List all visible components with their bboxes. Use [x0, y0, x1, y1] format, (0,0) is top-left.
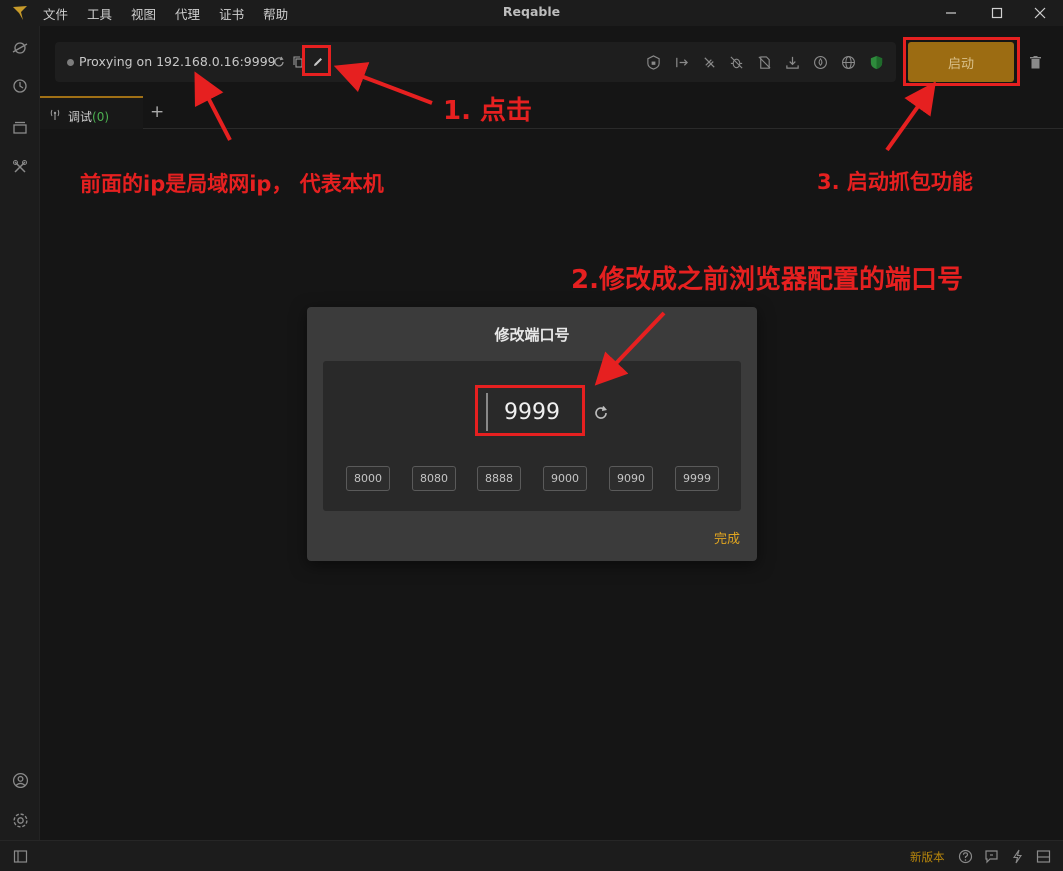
menu-tools[interactable]: 工具	[87, 4, 112, 23]
map-local-button[interactable]	[783, 53, 801, 71]
stack-icon	[13, 121, 27, 134]
script-button[interactable]	[811, 53, 829, 71]
shield-check-icon	[870, 55, 882, 69]
menu-view[interactable]: 视图	[131, 4, 156, 23]
ssl-proxy-button[interactable]	[644, 53, 662, 71]
proxy-status-text: Proxying on 192.168.0.16:9999	[79, 54, 276, 69]
menu-proxy[interactable]: 代理	[175, 4, 200, 23]
bug-off-icon	[729, 55, 743, 69]
minimize-button[interactable]	[928, 0, 974, 26]
file-off-icon	[757, 55, 771, 69]
download-icon	[785, 56, 799, 69]
dialog-title: 修改端口号	[494, 326, 570, 344]
trash-icon	[1029, 55, 1041, 68]
breakpoint-button[interactable]	[727, 53, 745, 71]
tab-bar: 调试(0) +	[40, 96, 1063, 129]
proxy-status-dot	[67, 59, 74, 66]
close-button[interactable]	[1017, 0, 1063, 26]
sidebar	[0, 26, 40, 840]
menu-bar: 文件 工具 视图 代理 证书 帮助	[43, 4, 288, 23]
network-button[interactable]	[839, 53, 857, 71]
annotation-step2: 2.修改成之前浏览器配置的端口号	[571, 265, 963, 295]
title-bar: 文件 工具 视图 代理 证书 帮助 Reqable	[0, 0, 1063, 26]
port-preset-8080[interactable]: 8080	[412, 466, 456, 491]
lightning-icon[interactable]	[1010, 849, 1025, 864]
port-preset-8888[interactable]: 8888	[477, 466, 521, 491]
capture-nav-button[interactable]	[10, 38, 30, 58]
planet-icon	[12, 42, 28, 54]
satellite-off-icon	[703, 56, 715, 68]
annotation-box-start	[903, 37, 1020, 86]
annotation-step3: 3. 启动抓包功能	[817, 170, 973, 194]
help-icon[interactable]	[958, 849, 973, 864]
add-tab-button[interactable]: +	[150, 102, 164, 122]
port-preset-8000[interactable]: 8000	[346, 466, 390, 491]
status-bar: 新版本	[0, 840, 1063, 871]
annotation-box-port	[475, 385, 585, 436]
collections-nav-button[interactable]	[10, 117, 30, 137]
shield-lock-icon	[646, 54, 660, 70]
dialog-body: 8000 8080 8888 9000 9090 9999	[323, 361, 741, 511]
tools-nav-button[interactable]	[10, 157, 30, 177]
done-button[interactable]: 完成	[714, 528, 740, 547]
tab-debug[interactable]: 调试(0)	[40, 96, 143, 129]
drop-circle-icon	[813, 55, 827, 69]
maximize-icon	[991, 7, 1003, 19]
tab-debug-label: 调试(0)	[68, 110, 110, 124]
antenna-icon	[50, 109, 60, 120]
settings-nav-button[interactable]	[10, 810, 30, 830]
feedback-icon[interactable]	[984, 849, 999, 864]
clear-button[interactable]	[1022, 42, 1048, 82]
menu-certificate[interactable]: 证书	[219, 4, 244, 23]
user-icon	[12, 772, 28, 788]
menu-file[interactable]: 文件	[43, 4, 68, 23]
layout-icon[interactable]	[1036, 849, 1051, 864]
minimize-icon	[946, 12, 956, 14]
account-nav-button[interactable]	[10, 770, 30, 790]
block-button[interactable]	[700, 53, 718, 71]
port-preset-9000[interactable]: 9000	[543, 466, 587, 491]
proxy-toolbar: Proxying on 192.168.0.16:9999	[55, 42, 896, 82]
annotation-step1: 1. 点击	[443, 96, 533, 126]
history-nav-button[interactable]	[10, 76, 30, 96]
new-version-link[interactable]: 新版本	[910, 849, 945, 865]
annotation-ip-note: 前面的ip是局域网ip， 代表本机	[80, 172, 384, 196]
maximize-button[interactable]	[974, 0, 1020, 26]
split-icon	[675, 57, 688, 67]
history-icon	[13, 79, 27, 93]
throttle-button[interactable]	[672, 53, 690, 71]
refresh-icon	[274, 56, 284, 67]
annotation-box-edit	[302, 45, 331, 76]
refresh-ip-button[interactable]	[270, 53, 288, 71]
port-preset-9090[interactable]: 9090	[609, 466, 653, 491]
tools-icon	[13, 160, 27, 173]
reqable-logo-icon	[13, 6, 27, 20]
globe-icon	[841, 55, 855, 69]
sidebar-toggle-icon[interactable]	[13, 849, 28, 864]
close-icon	[1034, 7, 1046, 19]
port-preset-9999[interactable]: 9999	[675, 466, 719, 491]
random-port-refresh-icon[interactable]	[593, 405, 609, 421]
tab-debug-count: (0)	[92, 110, 110, 124]
certificate-status-button[interactable]	[867, 53, 885, 71]
menu-help[interactable]: 帮助	[263, 4, 288, 23]
gear-icon	[12, 812, 28, 828]
rewrite-button[interactable]	[755, 53, 773, 71]
